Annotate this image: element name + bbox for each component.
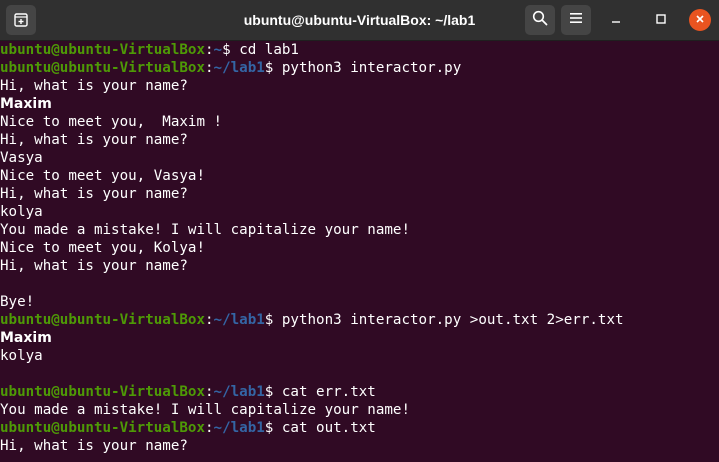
output-text: Vasya bbox=[0, 150, 43, 166]
prompt-line: ubuntu@ubuntu-VirtualBox:~/lab1$ cat err… bbox=[0, 383, 719, 401]
search-button[interactable] bbox=[525, 5, 555, 35]
prompt-path: ~ bbox=[213, 42, 223, 58]
prompt-symbol: $ bbox=[264, 384, 282, 400]
output-text: Hi, what is your name? bbox=[0, 132, 188, 148]
prompt-separator: : bbox=[205, 384, 214, 400]
output-text: Nice to meet you, Kolya! bbox=[0, 240, 205, 256]
prompt-path: ~/lab1 bbox=[213, 384, 265, 400]
output-text: You made a mistake! I will capitalize yo… bbox=[0, 222, 410, 238]
output-text: kolya bbox=[0, 204, 43, 220]
prompt-line: ubuntu@ubuntu-VirtualBox:~$ cd lab1 bbox=[0, 41, 719, 59]
output-text: Nice to meet you, Maxim ! bbox=[0, 114, 223, 130]
output-line: Hi, what is your name? bbox=[0, 437, 719, 455]
output-line: Nice to meet you, Vasya! bbox=[0, 167, 719, 185]
prompt-path: ~/lab1 bbox=[213, 420, 265, 436]
prompt-path: ~/lab1 bbox=[213, 60, 265, 76]
prompt-symbol: $ bbox=[222, 42, 240, 58]
prompt-separator: : bbox=[205, 420, 214, 436]
minimize-icon bbox=[611, 11, 621, 29]
prompt-user: ubuntu@ubuntu-VirtualBox bbox=[0, 60, 205, 76]
input-line: Maxim bbox=[0, 329, 719, 347]
prompt-line: ubuntu@ubuntu-VirtualBox:~/lab1$ python3… bbox=[0, 311, 719, 329]
output-line: Bye! bbox=[0, 293, 719, 311]
input-line: Maxim bbox=[0, 95, 719, 113]
user-input-text: Maxim bbox=[0, 96, 52, 112]
command-text: python3 interactor.py >out.txt 2>err.txt bbox=[281, 312, 624, 328]
output-text: You made a mistake! I will capitalize yo… bbox=[0, 402, 410, 418]
output-text: Bye! bbox=[0, 294, 35, 310]
prompt-user: ubuntu@ubuntu-VirtualBox bbox=[0, 420, 205, 436]
prompt-line: ubuntu@ubuntu-VirtualBox:~/lab1$ python3… bbox=[0, 59, 719, 77]
output-line: You made a mistake! I will capitalize yo… bbox=[0, 401, 719, 419]
maximize-icon bbox=[656, 11, 666, 29]
output-line: kolya bbox=[0, 347, 719, 365]
output-line: Nice to meet you, Kolya! bbox=[0, 239, 719, 257]
output-text: kolya bbox=[0, 348, 43, 364]
maximize-button[interactable] bbox=[650, 9, 672, 31]
command-text: cat out.txt bbox=[281, 420, 376, 436]
output-line: Hi, what is your name? bbox=[0, 131, 719, 149]
output-text: Nice to meet you, Vasya! bbox=[0, 168, 205, 184]
minimize-button[interactable] bbox=[605, 9, 627, 31]
output-text: Hi, what is your name? bbox=[0, 438, 188, 454]
output-line: You made a mistake! I will capitalize yo… bbox=[0, 221, 719, 239]
prompt-separator: : bbox=[205, 312, 214, 328]
user-input-text: Maxim bbox=[0, 330, 52, 346]
output-line: Hi, what is your name? bbox=[0, 257, 719, 275]
prompt-user: ubuntu@ubuntu-VirtualBox bbox=[0, 42, 205, 58]
output-line: Nice to meet you, Maxim ! bbox=[0, 113, 719, 131]
new-tab-icon bbox=[14, 13, 28, 27]
prompt-line: ubuntu@ubuntu-VirtualBox:~/lab1$ cat out… bbox=[0, 419, 719, 437]
output-line: kolya bbox=[0, 203, 719, 221]
output-line: Hi, what is your name? bbox=[0, 77, 719, 95]
hamburger-menu-icon bbox=[569, 11, 583, 29]
prompt-user: ubuntu@ubuntu-VirtualBox bbox=[0, 312, 205, 328]
terminal-window: ubuntu@ubuntu-VirtualBox: ~/lab1 ubuntu@… bbox=[0, 0, 719, 462]
output-line: Hi, what is your name? bbox=[0, 185, 719, 203]
command-text: python3 interactor.py bbox=[281, 60, 462, 76]
search-icon bbox=[532, 10, 548, 31]
prompt-symbol: $ bbox=[264, 312, 282, 328]
output-text: Hi, what is your name? bbox=[0, 186, 188, 202]
prompt-separator: : bbox=[205, 60, 214, 76]
command-text: cat err.txt bbox=[281, 384, 376, 400]
prompt-symbol: $ bbox=[264, 60, 282, 76]
close-button[interactable] bbox=[689, 9, 711, 31]
prompt-user: ubuntu@ubuntu-VirtualBox bbox=[0, 384, 205, 400]
prompt-symbol: $ bbox=[264, 420, 282, 436]
output-text: Hi, what is your name? bbox=[0, 78, 188, 94]
prompt-separator: : bbox=[205, 42, 214, 58]
command-text: cd lab1 bbox=[239, 42, 299, 58]
prompt-path: ~/lab1 bbox=[213, 312, 265, 328]
close-icon bbox=[695, 11, 705, 29]
terminal-output[interactable]: ubuntu@ubuntu-VirtualBox:~$ cd lab1 ubunt… bbox=[0, 41, 719, 462]
output-text: Hi, what is your name? bbox=[0, 258, 188, 274]
output-line: Vasya bbox=[0, 149, 719, 167]
menu-button[interactable] bbox=[561, 5, 591, 35]
new-tab-button[interactable] bbox=[6, 5, 36, 35]
title-bar[interactable]: ubuntu@ubuntu-VirtualBox: ~/lab1 bbox=[0, 0, 719, 41]
